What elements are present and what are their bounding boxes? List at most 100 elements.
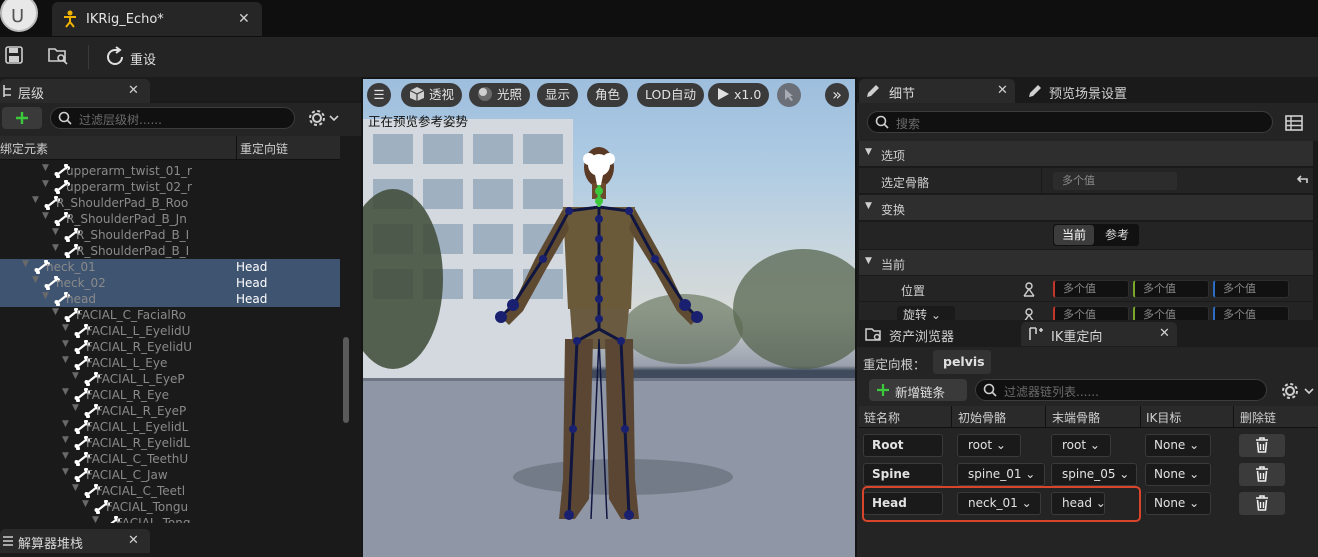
delete-chain-button[interactable] — [1239, 434, 1285, 457]
unreal-logo-icon[interactable]: U — [0, 0, 38, 32]
character-button[interactable]: 角色 — [587, 83, 629, 107]
column-start-bone[interactable]: 初始骨骼 — [958, 409, 1006, 426]
delete-chain-button[interactable] — [1239, 492, 1285, 515]
close-icon[interactable]: ✕ — [997, 83, 1008, 98]
hierarchy-row[interactable]: ▼ FACIAL_L_EyeP — [0, 371, 340, 387]
close-icon[interactable]: ✕ — [128, 533, 139, 548]
hierarchy-row[interactable]: ▼ FACIAL_L_Eye — [0, 355, 340, 371]
position-z[interactable]: 多个值 — [1213, 280, 1289, 298]
selected-bones-value[interactable]: 多个值 — [1053, 172, 1177, 190]
tree-expand-icon[interactable]: ▼ — [82, 499, 89, 509]
gear-icon[interactable] — [1281, 382, 1317, 400]
start-bone-dropdown[interactable]: neck_01 ⌄ — [957, 492, 1041, 515]
hierarchy-row[interactable]: ▼ FACIAL_R_EyeP — [0, 403, 340, 419]
tree-expand-icon[interactable]: ▼ — [62, 467, 69, 477]
hierarchy-row[interactable]: ▼ FACIAL_C_FacialRo — [0, 307, 340, 323]
document-tab[interactable]: IKRig_Echo* ✕ — [52, 2, 262, 36]
hierarchy-row[interactable]: ▼ FACIAL_C_Teetl — [0, 483, 340, 499]
hierarchy-row[interactable]: ▼ FACIAL_L_EyelidL — [0, 419, 340, 435]
tab-details[interactable]: 细节 ✕ — [859, 79, 1015, 103]
rotation-y[interactable]: 多个值 — [1133, 306, 1209, 320]
column-ik-goal[interactable]: IK目标 — [1146, 409, 1181, 426]
tree-expand-icon[interactable]: ▼ — [22, 259, 29, 269]
play-speed-button[interactable]: x1.0 — [708, 83, 770, 107]
close-icon[interactable]: ✕ — [128, 83, 139, 98]
close-icon[interactable]: ✕ — [1159, 326, 1170, 341]
hierarchy-scrollbar[interactable] — [343, 337, 349, 423]
tree-expand-icon[interactable]: ▼ — [32, 195, 39, 205]
chain-name-field[interactable]: Head — [863, 492, 943, 515]
tree-expand-icon[interactable]: ▼ — [42, 163, 49, 173]
section-transform[interactable]: ▼ 变换 — [859, 195, 1313, 221]
gear-icon[interactable] — [308, 109, 340, 127]
tab-hierarchy[interactable]: 层级 ✕ — [0, 79, 150, 103]
save-icon[interactable] — [5, 46, 23, 64]
toggle-reference[interactable]: 参考 — [1097, 225, 1137, 245]
tree-expand-icon[interactable]: ▼ — [52, 307, 59, 317]
hierarchy-search-input[interactable]: 过滤层级树...... — [50, 107, 295, 129]
tree-expand-icon[interactable]: ▼ — [62, 435, 69, 445]
start-bone-dropdown[interactable]: spine_01 ⌄ — [957, 463, 1045, 486]
hierarchy-row[interactable]: ▼ FACIAL_Tong — [0, 515, 340, 523]
grid-view-icon[interactable] — [1285, 115, 1303, 131]
reset-button[interactable]: 重设 — [104, 45, 164, 69]
tab-asset-browser[interactable]: 资产浏览器 — [859, 322, 1015, 346]
tree-expand-icon[interactable]: ▼ — [72, 483, 79, 493]
tree-expand-icon[interactable]: ▼ — [42, 291, 49, 301]
hierarchy-row[interactable]: ▼ FACIAL_R_EyelidU — [0, 339, 340, 355]
tree-expand-icon[interactable]: ▼ — [52, 243, 59, 253]
add-button[interactable] — [2, 107, 42, 129]
start-bone-dropdown[interactable]: root ⌄ — [957, 434, 1021, 457]
hierarchy-row[interactable]: ▼ FACIAL_Tongu — [0, 499, 340, 515]
tree-expand-icon[interactable]: ▼ — [72, 371, 79, 381]
tree-expand-icon[interactable]: ▼ — [72, 403, 79, 413]
tree-expand-icon[interactable]: ▼ — [62, 387, 69, 397]
column-end-bone[interactable]: 末端骨骼 — [1052, 409, 1100, 426]
tab-ik-retarget[interactable]: IK重定向 ✕ — [1021, 322, 1177, 346]
ik-goal-dropdown[interactable]: None ⌄ — [1145, 492, 1211, 515]
perspective-button[interactable]: 透视 — [401, 83, 463, 107]
position-y[interactable]: 多个值 — [1133, 280, 1209, 298]
add-chain-button[interactable]: 新增链条 — [869, 379, 967, 401]
reset-arrow-icon[interactable] — [1295, 173, 1309, 187]
hierarchy-row[interactable]: ▼ FACIAL_R_Eye — [0, 387, 340, 403]
tree-expand-icon[interactable]: ▼ — [62, 339, 69, 349]
hierarchy-row[interactable]: ▼ head Head — [0, 291, 340, 307]
tab-preview-scene[interactable]: 预览场景设置 — [1023, 79, 1223, 103]
lod-button[interactable]: LOD自动 — [637, 83, 704, 107]
column-chain-name[interactable]: 链名称 — [864, 409, 900, 426]
hierarchy-row[interactable]: ▼ neck_01 Head — [0, 259, 340, 275]
tree-expand-icon[interactable]: ▼ — [42, 211, 49, 221]
end-bone-dropdown[interactable]: root ⌄ — [1051, 434, 1111, 457]
details-search-input[interactable]: 搜索 — [867, 111, 1273, 133]
tree-expand-icon[interactable]: ▼ — [92, 515, 99, 523]
position-x[interactable]: 多个值 — [1053, 280, 1129, 298]
select-mode-button[interactable] — [777, 83, 801, 107]
end-bone-dropdown[interactable]: head ⌄ — [1051, 492, 1106, 515]
hierarchy-row[interactable]: ▼ FACIAL_C_TeethU — [0, 451, 340, 467]
ik-goal-dropdown[interactable]: None ⌄ — [1145, 463, 1211, 486]
retarget-root-value[interactable]: pelvis — [933, 350, 991, 374]
rotation-z[interactable]: 多个值 — [1213, 306, 1289, 320]
delete-chain-button[interactable] — [1239, 463, 1285, 486]
viewport-menu-button[interactable]: ☰ — [367, 83, 391, 107]
hierarchy-row[interactable]: ▼ R_ShoulderPad_B_Roo — [0, 195, 340, 211]
hierarchy-row[interactable]: ▼ FACIAL_L_EyelidU — [0, 323, 340, 339]
hierarchy-row[interactable]: ▼ R_ShoulderPad_B_I — [0, 243, 340, 259]
rotation-dropdown[interactable]: 旋转 ⌄ — [897, 306, 955, 320]
tree-expand-icon[interactable]: ▼ — [52, 227, 59, 237]
tab-solver-stack[interactable]: 解算器堆栈 ✕ — [0, 529, 150, 553]
hierarchy-row[interactable]: ▼ FACIAL_C_Jaw — [0, 467, 340, 483]
hierarchy-row[interactable]: ▼ R_ShoulderPad_B_I — [0, 227, 340, 243]
chain-name-field[interactable]: Spine — [863, 463, 943, 486]
rotation-x[interactable]: 多个值 — [1053, 306, 1129, 320]
column-bind-element[interactable]: 绑定元素 — [0, 140, 48, 157]
chain-search-input[interactable]: 过滤器链列表...... — [975, 379, 1267, 401]
hierarchy-row[interactable]: ▼ neck_02 Head — [0, 275, 340, 291]
hierarchy-row[interactable]: ▼ R_ShoulderPad_B_Jn — [0, 211, 340, 227]
end-bone-dropdown[interactable]: spine_05 ⌄ — [1051, 463, 1137, 486]
lit-button[interactable]: 光照 — [469, 83, 531, 107]
more-options-button[interactable]: » — [825, 83, 849, 107]
column-retarget-chain[interactable]: 重定向链 — [240, 140, 288, 157]
viewport[interactable]: ☰ 透视 光照 显示 角色 LOD自动 x1.0 » 正在预览参考姿势 — [363, 79, 855, 557]
